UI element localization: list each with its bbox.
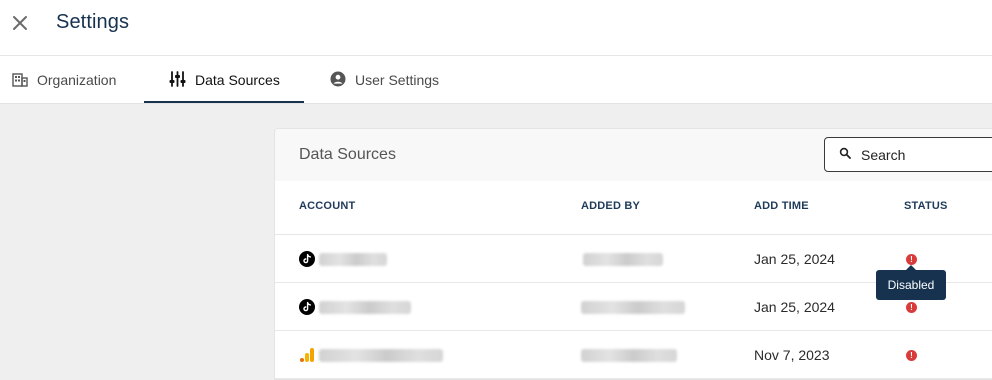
data-sources-card: Data Sources ACCOUNT ADDED BY ADD TIME S… <box>274 128 992 380</box>
sliders-icon <box>169 70 195 90</box>
redacted-account-name <box>319 301 411 314</box>
add-time: Jan 25, 2024 <box>754 299 835 315</box>
search-icon <box>839 146 851 164</box>
tiktok-icon <box>299 299 315 315</box>
card-header: Data Sources <box>275 129 992 181</box>
column-header-added-by[interactable]: ADDED BY <box>581 200 640 212</box>
active-tab-indicator <box>144 101 304 103</box>
column-header-add-time[interactable]: ADD TIME <box>754 200 809 212</box>
user-circle-icon <box>330 71 355 90</box>
page-title: Settings <box>56 11 130 33</box>
status-tooltip: Disabled <box>876 270 946 300</box>
add-time: Nov 7, 2023 <box>754 347 830 363</box>
error-icon[interactable]: ! <box>906 350 917 361</box>
tab-user-settings[interactable]: User Settings <box>330 56 439 104</box>
redacted-account-name <box>319 349 443 362</box>
redacted-added-by <box>581 301 685 314</box>
search-box[interactable] <box>824 137 992 172</box>
table-row[interactable]: Nov 7, 2023 ! <box>275 331 992 379</box>
tab-label: User Settings <box>355 72 440 88</box>
column-header-status[interactable]: STATUS <box>904 200 948 212</box>
tab-label: Data Sources <box>195 72 280 88</box>
tab-data-sources[interactable]: Data Sources <box>169 56 280 104</box>
google-analytics-icon <box>299 347 315 363</box>
search-input[interactable] <box>861 146 981 163</box>
close-icon[interactable] <box>9 12 31 34</box>
tiktok-icon <box>299 251 315 267</box>
redacted-added-by <box>581 349 677 362</box>
card-title: Data Sources <box>299 146 396 163</box>
redacted-account-name <box>319 253 387 266</box>
error-icon[interactable]: ! <box>906 302 917 313</box>
tab-label: Organization <box>37 72 117 88</box>
settings-tabs: Organization Data Sources User Settings <box>0 56 992 104</box>
tab-organization[interactable]: Organization <box>12 56 116 104</box>
column-header-account[interactable]: ACCOUNT <box>299 200 355 212</box>
add-time: Jan 25, 2024 <box>754 251 835 267</box>
settings-header: Settings <box>0 0 992 56</box>
building-icon <box>12 71 37 90</box>
error-icon[interactable]: ! <box>906 254 917 265</box>
redacted-added-by <box>583 253 663 266</box>
